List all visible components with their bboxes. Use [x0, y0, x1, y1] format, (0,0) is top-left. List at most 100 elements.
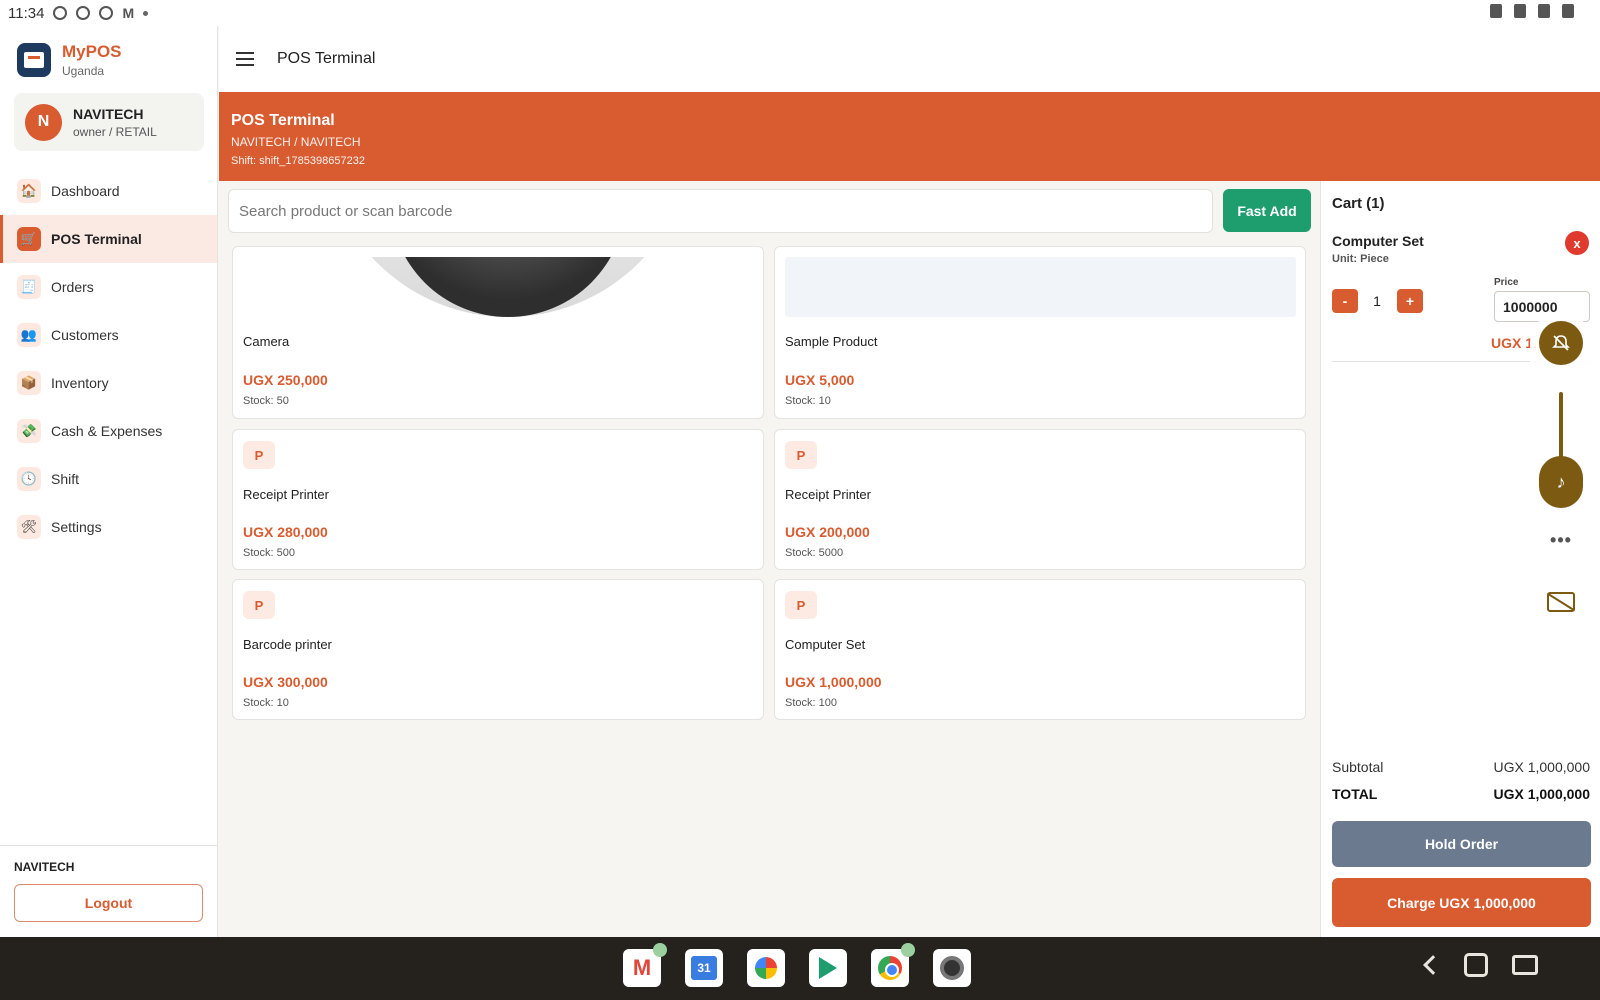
box-icon: 📦 [17, 371, 41, 395]
app-name: MyPOS [62, 42, 122, 61]
product-stock: Stock: 500 [243, 547, 295, 559]
more-notifications-icon [143, 10, 149, 16]
brand: MyPOS Uganda [17, 42, 122, 78]
product-card-receipt-printer[interactable]: P Receipt Printer UGX 280,000 Stock: 500 [232, 429, 764, 570]
sidebar-item-inventory[interactable]: 📦 Inventory [0, 359, 217, 407]
more-options-icon[interactable]: ••• [1530, 530, 1592, 551]
top-app-bar: POS Terminal [219, 26, 1600, 92]
footer-user-name: NAVITECH [14, 860, 75, 874]
user-role: owner / RETAIL [73, 124, 157, 139]
total-label: TOTAL [1332, 786, 1378, 802]
status-bar: 11:34 M [0, 0, 1600, 26]
product-initial-badge: P [785, 591, 817, 619]
captions-off-icon[interactable] [1547, 592, 1575, 612]
sidebar-nav: 🏠 Dashboard 🛒 POS Terminal 🧾 Orders 👥 Cu… [0, 167, 217, 551]
sidebar-item-shift[interactable]: 🕓 Shift [0, 455, 217, 503]
taskbar: M 31 [0, 937, 1600, 1000]
product-card-computer-set[interactable]: P Computer Set UGX 1,000,000 Stock: 100 [774, 579, 1306, 720]
system-nav [1420, 953, 1538, 977]
sidebar-item-label: Dashboard [51, 183, 120, 199]
tools-icon: 🛠 [17, 515, 41, 539]
avatar: N [25, 103, 62, 141]
product-card-camera[interactable]: Camera UGX 250,000 Stock: 50 [232, 246, 764, 419]
product-name: Receipt Printer [243, 487, 329, 502]
product-price: UGX 5,000 [785, 372, 855, 388]
page-title: POS Terminal [231, 112, 335, 129]
people-icon: 👥 [17, 323, 41, 347]
product-initial-badge: P [243, 591, 275, 619]
photos-app-icon[interactable] [747, 949, 785, 987]
subtotal-label: Subtotal [1332, 759, 1384, 775]
sidebar-item-dashboard[interactable]: 🏠 Dashboard [0, 167, 217, 215]
product-initial-badge: P [785, 441, 817, 469]
back-icon[interactable] [1423, 955, 1443, 975]
battery-icon [1562, 4, 1574, 18]
cart-icon: 🛒 [17, 227, 41, 251]
product-name: Sample Product [785, 334, 878, 349]
app-logo-icon [17, 43, 51, 77]
hold-order-button[interactable]: Hold Order [1332, 821, 1591, 867]
play-store-app-icon[interactable] [809, 949, 847, 987]
fast-add-button[interactable]: Fast Add [1223, 189, 1311, 232]
logout-button[interactable]: Logout [14, 884, 203, 922]
product-card-sample-product[interactable]: Sample Product UGX 5,000 Stock: 10 [774, 246, 1306, 419]
sidebar-item-cash-expenses[interactable]: 💸 Cash & Expenses [0, 407, 217, 455]
sidebar-item-label: Cash & Expenses [51, 423, 163, 439]
hamburger-menu-icon[interactable] [236, 52, 254, 66]
camera-app-icon[interactable] [933, 949, 971, 987]
calendar-app-icon[interactable]: 31 [685, 949, 723, 987]
shift-id: Shift: shift_1785398657232 [231, 155, 365, 167]
chrome-app-icon[interactable] [871, 943, 915, 987]
receipt-icon: 🧾 [17, 275, 41, 299]
product-stock: Stock: 10 [785, 395, 831, 407]
sidebar-item-pos-terminal[interactable]: 🛒 POS Terminal [0, 215, 217, 263]
product-name: Receipt Printer [785, 487, 871, 502]
sidebar-item-label: Orders [51, 279, 94, 295]
sidebar-item-orders[interactable]: 🧾 Orders [0, 263, 217, 311]
subtotal-value: UGX 1,000,000 [1493, 759, 1590, 775]
cart-title: Cart (1) [1332, 195, 1385, 212]
home-button-icon[interactable] [1464, 953, 1488, 977]
product-stock: Stock: 100 [785, 697, 837, 709]
sidebar: MyPOS Uganda N NAVITECH owner / RETAIL 🏠… [0, 0, 218, 937]
ringer-muted-icon[interactable] [1539, 321, 1583, 365]
app-dock: M 31 [623, 943, 971, 987]
sidebar-item-label: Shift [51, 471, 80, 487]
user-name: NAVITECH [73, 105, 144, 122]
product-price: UGX 1,000,000 [785, 674, 882, 690]
product-price: UGX 280,000 [243, 524, 328, 540]
sidebar-item-customers[interactable]: 👥 Customers [0, 311, 217, 359]
sidebar-item-label: Customers [51, 327, 119, 343]
product-card-barcode-printer[interactable]: P Barcode printer UGX 300,000 Stock: 10 [232, 579, 764, 720]
music-note-icon[interactable]: ♪ [1539, 456, 1583, 508]
gmail-app-icon[interactable]: M [623, 943, 667, 987]
home-icon: 🏠 [17, 179, 41, 203]
sidebar-item-label: Settings [51, 519, 102, 535]
price-label: Price [1494, 277, 1519, 288]
product-card-receipt-printer-2[interactable]: P Receipt Printer UGX 200,000 Stock: 500… [774, 429, 1306, 570]
product-name: Camera [243, 334, 290, 349]
recents-icon[interactable] [1512, 955, 1538, 975]
product-search-input[interactable] [228, 189, 1213, 233]
quantity-value: 1 [1373, 293, 1381, 309]
sidebar-item-label: POS Terminal [51, 231, 142, 247]
remove-item-button[interactable]: x [1565, 231, 1589, 255]
bluetooth-icon [1490, 4, 1502, 18]
charge-button[interactable]: Charge UGX 1,000,000 [1332, 878, 1591, 927]
product-price: UGX 250,000 [243, 372, 328, 388]
clock-icon: 🕓 [17, 467, 41, 491]
cart-item-name: Computer Set [1332, 233, 1424, 249]
money-icon: 💸 [17, 419, 41, 443]
product-stock: Stock: 5000 [785, 547, 844, 559]
product-name: Computer Set [785, 637, 866, 652]
increase-qty-button[interactable]: + [1397, 289, 1423, 313]
decrease-qty-button[interactable]: - [1332, 289, 1358, 313]
gmail-notification-icon: M [122, 5, 135, 21]
volume-panel: ♪ ••• [1530, 312, 1592, 650]
chrome-notification-icon [99, 6, 114, 20]
store-path: NAVITECH / NAVITECH [231, 135, 361, 149]
app-country: Uganda [62, 64, 105, 78]
chrome-notification-icon [53, 6, 68, 20]
sidebar-item-settings[interactable]: 🛠 Settings [0, 503, 217, 551]
total-value: UGX 1,000,000 [1493, 786, 1590, 802]
